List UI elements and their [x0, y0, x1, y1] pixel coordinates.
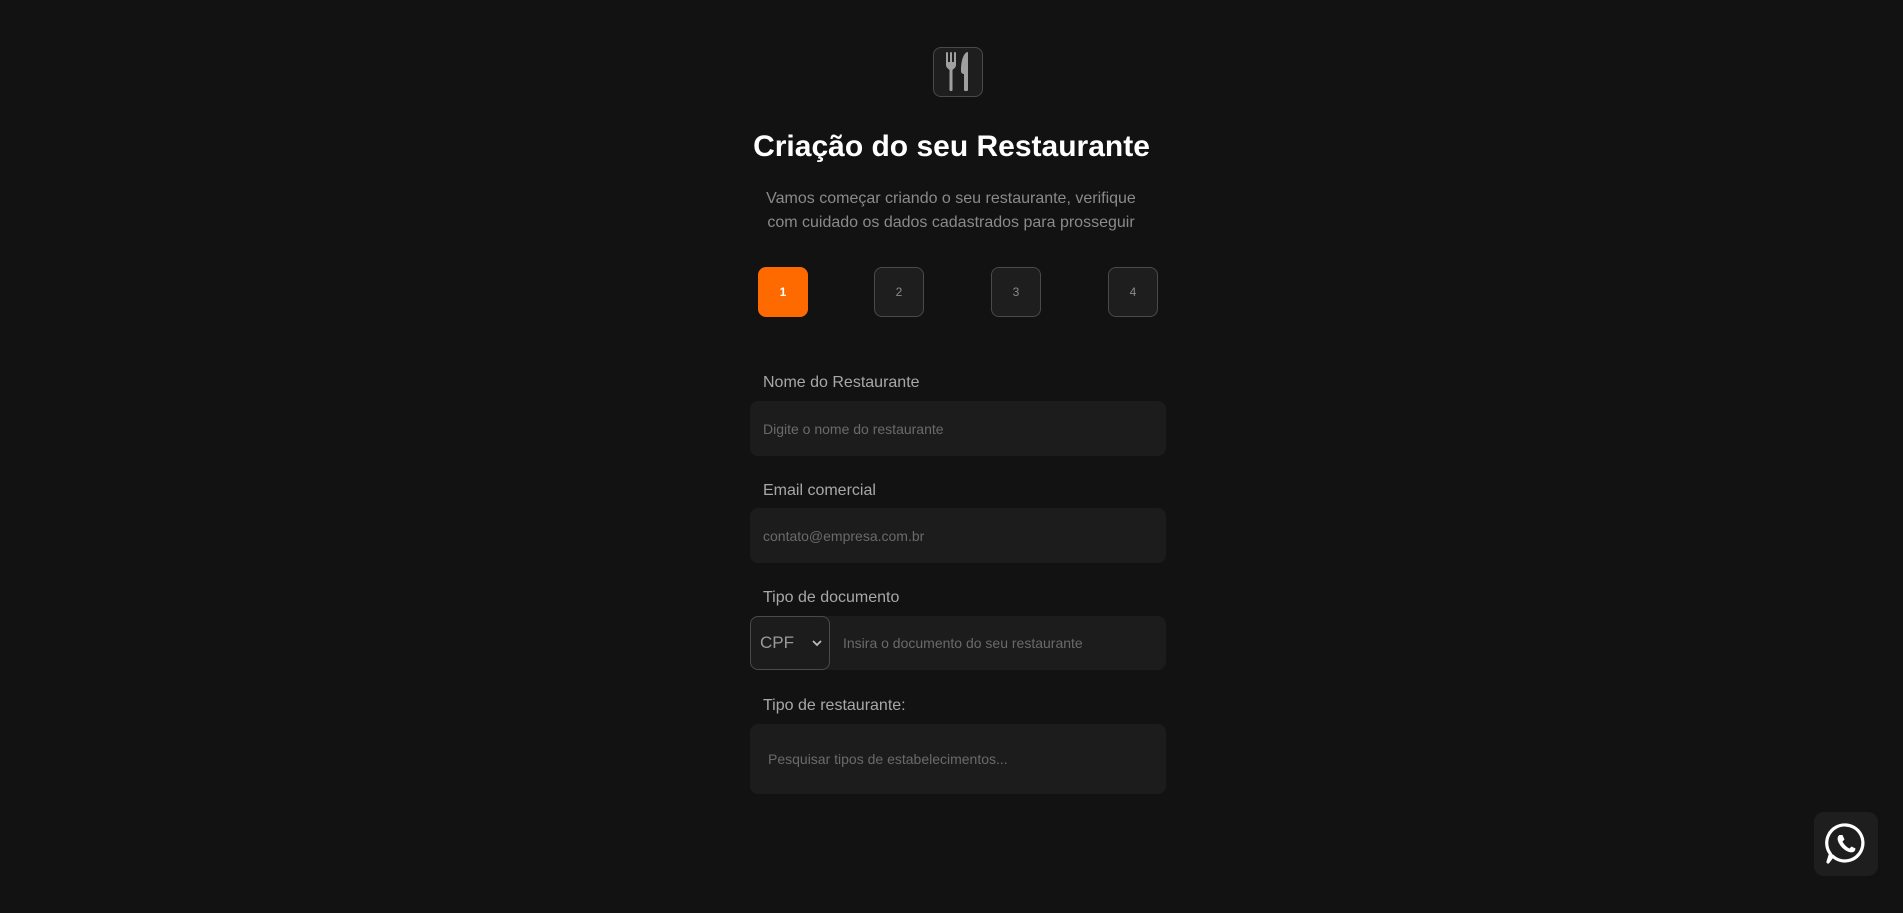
- document-type-label: Tipo de documento: [763, 589, 900, 606]
- restaurant-signup-page: Criação do seu Restaurante Vamos começar…: [0, 0, 1903, 913]
- document-number-input[interactable]: [830, 616, 1166, 670]
- restaurant-name-input[interactable]: [750, 401, 1166, 456]
- step-1[interactable]: 1: [758, 267, 808, 317]
- whatsapp-button[interactable]: [1814, 812, 1878, 876]
- whatsapp-icon: [1825, 823, 1865, 864]
- restaurant-logo: [933, 47, 983, 97]
- restaurant-type-search-input[interactable]: [750, 724, 1166, 794]
- step-4[interactable]: 4: [1108, 267, 1158, 317]
- page-title: Criação do seu Restaurante: [753, 130, 1150, 163]
- page-subtitle: Vamos começar criando o seu restaurante,…: [766, 190, 1136, 231]
- fork-knife-icon: [946, 52, 968, 92]
- document-row: CPF: [750, 616, 1166, 670]
- restaurant-type-label: Tipo de restaurante:: [763, 697, 906, 714]
- step-2[interactable]: 2: [874, 267, 924, 317]
- document-type-value: CPF: [760, 633, 794, 652]
- restaurant-name-label: Nome do Restaurante: [763, 374, 920, 391]
- chevron-down-icon: [812, 640, 822, 647]
- step-3[interactable]: 3: [991, 267, 1041, 317]
- document-type-select[interactable]: CPF: [750, 616, 830, 670]
- stepper: 1 2 3 4: [758, 267, 1159, 317]
- email-label: Email comercial: [763, 482, 876, 499]
- email-field[interactable]: [750, 508, 1166, 563]
